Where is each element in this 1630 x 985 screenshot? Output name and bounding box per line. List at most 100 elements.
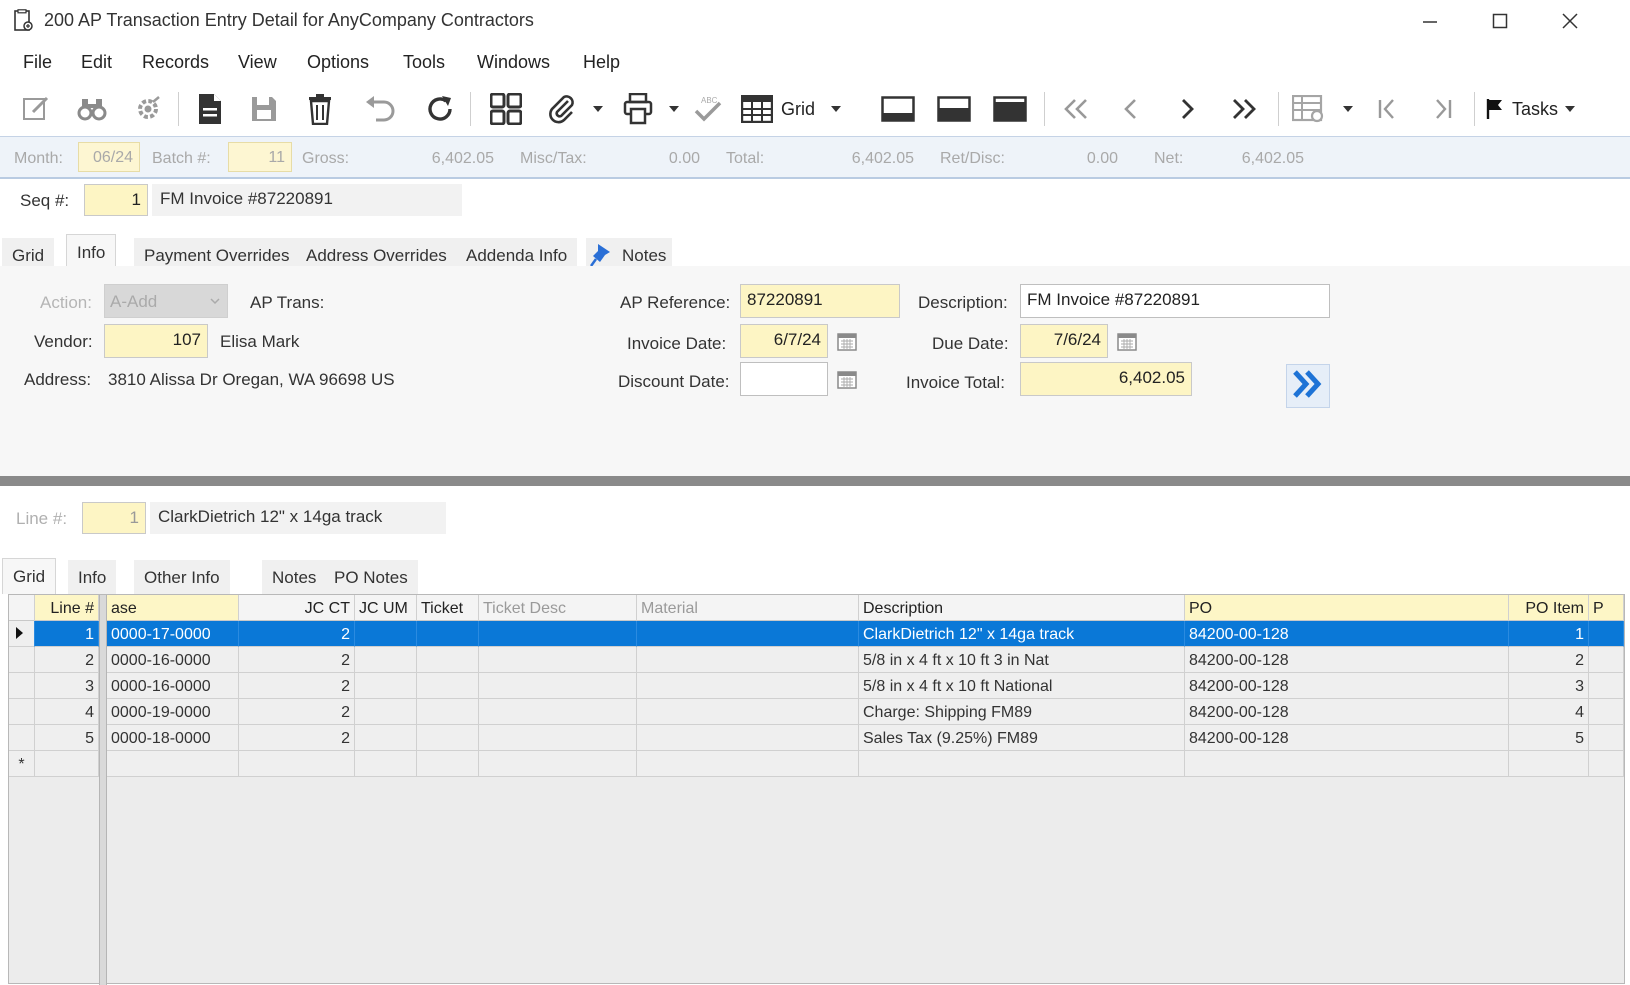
row-selector[interactable]	[9, 647, 35, 673]
cell-jc-ct[interactable]: 2	[239, 647, 355, 673]
col-header-po[interactable]: PO	[1185, 595, 1509, 621]
col-header-material[interactable]: Material	[637, 595, 859, 621]
table-row[interactable]: 4 0000-19-0000 2 Charge: Shipping FM89 84200…	[9, 699, 1624, 725]
row-selector[interactable]	[9, 621, 35, 647]
cell-ticket[interactable]	[417, 647, 479, 673]
grid-view-label[interactable]: Grid	[778, 90, 818, 128]
tasks-dropdown-icon[interactable]	[1562, 90, 1578, 128]
col-header-phase[interactable]: ase	[107, 595, 239, 621]
cell-ticket[interactable]	[417, 725, 479, 751]
cell-material[interactable]	[637, 725, 859, 751]
cell-ticket[interactable]	[417, 699, 479, 725]
col-header-line[interactable]: Line #	[35, 595, 99, 621]
refresh-icon[interactable]	[422, 90, 458, 128]
cell-ticket-desc[interactable]	[479, 699, 637, 725]
cell-po[interactable]: 84200-00-128	[1185, 647, 1509, 673]
cell-description[interactable]: 5/8 in x 4 ft x 10 ft 3 in Nat	[859, 647, 1185, 673]
cell-extra[interactable]	[1589, 621, 1624, 647]
new-document-icon[interactable]	[192, 90, 228, 128]
table-row[interactable]: 2 0000-16-0000 2 5/8 in x 4 ft x 10 ft 3 in…	[9, 647, 1624, 673]
cell-extra[interactable]	[1589, 725, 1624, 751]
tasks-flag-icon[interactable]	[1484, 90, 1506, 128]
vendor-field[interactable]: 107	[104, 324, 208, 358]
cell-line[interactable]: 4	[35, 699, 99, 725]
col-header-ticket[interactable]: Ticket	[417, 595, 479, 621]
previous-record-icon[interactable]	[1116, 90, 1146, 128]
attachment-paperclip-icon[interactable]	[544, 90, 580, 128]
new-row-cell[interactable]	[107, 751, 239, 777]
cell-po[interactable]: 84200-00-128	[1185, 621, 1509, 647]
new-row-cell[interactable]	[1509, 751, 1589, 777]
menu-edit[interactable]: Edit	[81, 52, 112, 73]
cell-description[interactable]: 5/8 in x 4 ft x 10 ft National	[859, 673, 1185, 699]
menu-records[interactable]: Records	[142, 52, 209, 73]
cell-jc-um[interactable]	[355, 647, 417, 673]
description-field[interactable]: FM Invoice #87220891	[1020, 284, 1330, 318]
print-dropdown-icon[interactable]	[666, 90, 682, 128]
cell-po[interactable]: 84200-00-128	[1185, 673, 1509, 699]
menu-options[interactable]: Options	[307, 52, 369, 73]
table-row[interactable]: 1 0000-17-0000 2 ClarkDietrich 12" x 14ga t…	[9, 621, 1624, 647]
seq-number-field[interactable]: 1	[84, 184, 148, 216]
line-number-field[interactable]: 1	[82, 502, 146, 534]
cell-line[interactable]: 5	[35, 725, 99, 751]
cell-description[interactable]: ClarkDietrich 12" x 14ga track	[859, 621, 1185, 647]
row-selector[interactable]	[9, 725, 35, 751]
col-header-description[interactable]: Description	[859, 595, 1185, 621]
new-row-cell[interactable]	[859, 751, 1185, 777]
first-record-icon[interactable]	[1058, 90, 1094, 128]
cell-po-item[interactable]: 5	[1509, 725, 1589, 751]
new-row-cell[interactable]	[1589, 751, 1624, 777]
invoice-total-field[interactable]: 6,402.05	[1020, 362, 1192, 396]
grid-settings-icon[interactable]	[1290, 90, 1328, 128]
minimize-button[interactable]	[1398, 0, 1462, 42]
cell-extra[interactable]	[1589, 647, 1624, 673]
new-row-cell[interactable]	[637, 751, 859, 777]
cell-jc-ct[interactable]: 2	[239, 699, 355, 725]
menu-windows[interactable]: Windows	[477, 52, 550, 73]
cell-jc-um[interactable]	[355, 621, 417, 647]
cell-phase[interactable]: 0000-19-0000	[107, 699, 239, 725]
cell-ticket-desc[interactable]	[479, 725, 637, 751]
cell-jc-ct[interactable]: 2	[239, 621, 355, 647]
cell-po-item[interactable]: 1	[1509, 621, 1589, 647]
cell-jc-ct[interactable]: 2	[239, 725, 355, 751]
tasks-label[interactable]: Tasks	[1510, 90, 1560, 128]
cell-line[interactable]: 1	[35, 621, 99, 647]
cell-material[interactable]	[637, 673, 859, 699]
col-header-extra[interactable]: P	[1589, 595, 1624, 621]
menu-tools[interactable]: Tools	[403, 52, 445, 73]
new-row-cell[interactable]	[1185, 751, 1509, 777]
new-row-cell[interactable]	[35, 751, 99, 777]
cell-extra[interactable]	[1589, 673, 1624, 699]
menu-help[interactable]: Help	[583, 52, 620, 73]
cell-extra[interactable]	[1589, 699, 1624, 725]
col-header-jc-um[interactable]: JC UM	[355, 595, 417, 621]
cell-phase[interactable]: 0000-16-0000	[107, 647, 239, 673]
due-date-field[interactable]: 7/6/24	[1020, 324, 1108, 358]
cell-po-item[interactable]: 4	[1509, 699, 1589, 725]
invoice-date-field[interactable]: 6/7/24	[740, 324, 828, 358]
discount-date-calendar-icon[interactable]	[832, 364, 862, 394]
settings-gear-icon[interactable]	[130, 90, 166, 128]
col-header-ticket-desc[interactable]: Ticket Desc	[479, 595, 637, 621]
new-row-cell[interactable]	[355, 751, 417, 777]
expand-details-button[interactable]	[1286, 364, 1330, 408]
cell-jc-um[interactable]	[355, 699, 417, 725]
tab-info[interactable]: Info	[66, 234, 117, 268]
new-row-cell[interactable]	[417, 751, 479, 777]
col-header-jc-ct[interactable]: JC CT	[239, 595, 355, 621]
grid-view-dropdown-icon[interactable]	[828, 90, 844, 128]
cell-po[interactable]: 84200-00-128	[1185, 725, 1509, 751]
discount-date-field[interactable]	[740, 362, 828, 396]
grid-layout-icon[interactable]	[488, 90, 524, 128]
cell-ticket-desc[interactable]	[479, 673, 637, 699]
line-tab-notes[interactable]: Notes	[262, 560, 327, 596]
cell-phase[interactable]: 0000-17-0000	[107, 621, 239, 647]
maximize-button[interactable]	[1468, 0, 1532, 42]
grid-new-row[interactable]: *	[9, 751, 1624, 777]
new-row-cell[interactable]	[239, 751, 355, 777]
next-record-icon[interactable]	[1172, 90, 1202, 128]
grid-settings-dropdown-icon[interactable]	[1340, 90, 1356, 128]
close-button[interactable]	[1538, 0, 1602, 42]
